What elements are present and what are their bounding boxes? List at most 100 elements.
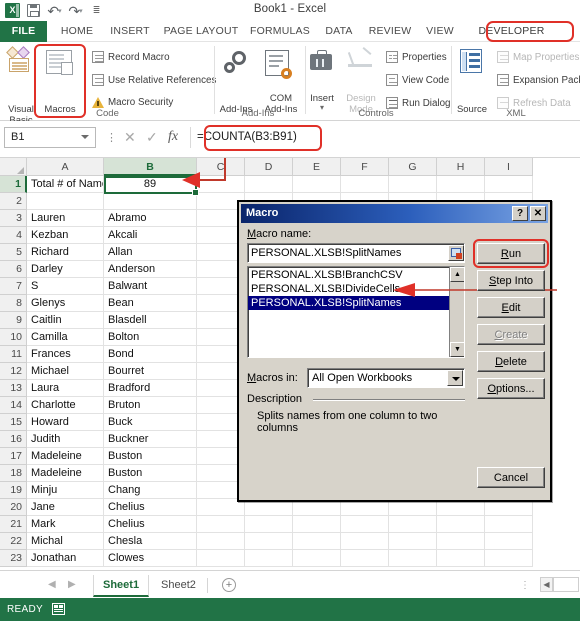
cell-B4[interactable]: Akcali	[104, 227, 197, 244]
cell-B16[interactable]: Buckner	[104, 431, 197, 448]
macro-list-item[interactable]: PERSONAL.XLSB!SplitNames	[248, 296, 464, 310]
cell-E23[interactable]	[293, 550, 341, 567]
cell-B13[interactable]: Bradford	[104, 380, 197, 397]
row-header-10[interactable]: 10	[0, 329, 27, 346]
row-header-21[interactable]: 21	[0, 516, 27, 533]
cell-A19[interactable]: Minju	[27, 482, 104, 499]
row-header-3[interactable]: 3	[0, 210, 27, 227]
cell-A11[interactable]: Frances	[27, 346, 104, 363]
cell-A5[interactable]: Richard	[27, 244, 104, 261]
cancel-button[interactable]: Cancel	[477, 467, 545, 488]
macro-list-item[interactable]: PERSONAL.XLSB!BranchCSV	[248, 268, 464, 282]
scroll-down-icon[interactable]: ▼	[450, 342, 464, 357]
row-header-5[interactable]: 5	[0, 244, 27, 261]
tab-home[interactable]: HOME	[53, 21, 101, 42]
cell-A14[interactable]: Charlotte	[27, 397, 104, 414]
prev-sheet-icon[interactable]: ◀	[48, 579, 56, 590]
macro-security-item[interactable]: Macro Security	[92, 97, 173, 108]
cell-D23[interactable]	[245, 550, 293, 567]
cell-H22[interactable]	[437, 533, 485, 550]
insert-function-icon[interactable]: fx	[168, 129, 178, 145]
design-mode-icon[interactable]	[347, 47, 374, 72]
cell-I22[interactable]	[485, 533, 533, 550]
cell-A18[interactable]: Madeleine	[27, 465, 104, 482]
xml-source-icon[interactable]	[460, 49, 482, 73]
row-header-13[interactable]: 13	[0, 380, 27, 397]
cell-B23[interactable]: Clowes	[104, 550, 197, 567]
cell-A23[interactable]: Jonathan	[27, 550, 104, 567]
record-macro-status-icon[interactable]	[52, 603, 65, 615]
cell-A21[interactable]: Mark	[27, 516, 104, 533]
tab-file[interactable]: FILE	[0, 21, 47, 42]
macro-name-input[interactable]: PERSONAL.XLSB!SplitNames	[247, 243, 465, 263]
cell-D1[interactable]	[245, 176, 293, 193]
cell-G22[interactable]	[389, 533, 437, 550]
cell-E1[interactable]	[293, 176, 341, 193]
cell-A15[interactable]: Howard	[27, 414, 104, 431]
cell-A13[interactable]: Laura	[27, 380, 104, 397]
select-all-corner[interactable]	[0, 158, 27, 176]
row-header-15[interactable]: 15	[0, 414, 27, 431]
column-header-c[interactable]: C	[197, 158, 245, 176]
row-header-23[interactable]: 23	[0, 550, 27, 567]
tab-view[interactable]: VIEW	[420, 21, 460, 42]
cell-F1[interactable]	[341, 176, 389, 193]
cell-A8[interactable]: Glenys	[27, 295, 104, 312]
macros-in-select[interactable]: All Open Workbooks	[307, 368, 465, 388]
cell-A16[interactable]: Judith	[27, 431, 104, 448]
cell-B7[interactable]: Balwant	[104, 278, 197, 295]
cell-B3[interactable]: Abramo	[104, 210, 197, 227]
column-header-e[interactable]: E	[293, 158, 341, 176]
dialog-help-icon[interactable]: ?	[512, 206, 528, 221]
sheet-tab-sheet1[interactable]: Sheet1	[93, 575, 150, 597]
cell-E22[interactable]	[293, 533, 341, 550]
macro-list-scrollbar[interactable]: ▲ ▼	[449, 267, 464, 357]
sheet-tab-sheet2[interactable]: Sheet2	[152, 575, 205, 597]
cell-D21[interactable]	[245, 516, 293, 533]
hscroll-left-icon[interactable]: ◀	[540, 577, 553, 592]
tab-developer[interactable]: DEVELOPER	[465, 21, 558, 42]
column-header-g[interactable]: G	[389, 158, 437, 176]
next-sheet-icon[interactable]: ▶	[68, 579, 76, 590]
visual-basic-icon[interactable]	[6, 46, 34, 72]
column-header-f[interactable]: F	[341, 158, 389, 176]
cell-A20[interactable]: Jane	[27, 499, 104, 516]
cell-A9[interactable]: Caitlin	[27, 312, 104, 329]
row-header-20[interactable]: 20	[0, 499, 27, 516]
cell-G21[interactable]	[389, 516, 437, 533]
row-header-2[interactable]: 2	[0, 193, 27, 210]
cell-A7[interactable]: S	[27, 278, 104, 295]
cell-A17[interactable]: Madeleine	[27, 448, 104, 465]
insert-control-icon[interactable]	[308, 50, 334, 72]
column-header-b[interactable]: B	[104, 158, 197, 176]
cell-H23[interactable]	[437, 550, 485, 567]
row-header-7[interactable]: 7	[0, 278, 27, 295]
name-box[interactable]: B1	[4, 127, 96, 148]
cell-B5[interactable]: Allan	[104, 244, 197, 261]
dialog-close-icon[interactable]: ✕	[530, 206, 546, 221]
cell-B19[interactable]: Chang	[104, 482, 197, 499]
row-header-9[interactable]: 9	[0, 312, 27, 329]
cell-B17[interactable]: Buston	[104, 448, 197, 465]
cell-B18[interactable]: Buston	[104, 465, 197, 482]
cell-B8[interactable]: Bean	[104, 295, 197, 312]
cell-D22[interactable]	[245, 533, 293, 550]
cell-A12[interactable]: Michael	[27, 363, 104, 380]
row-header-12[interactable]: 12	[0, 363, 27, 380]
tab-insert[interactable]: INSERT	[104, 21, 156, 42]
cell-B2[interactable]	[104, 193, 197, 210]
column-header-i[interactable]: I	[485, 158, 533, 176]
add-ins-icon[interactable]	[222, 51, 250, 77]
row-header-4[interactable]: 4	[0, 227, 27, 244]
macro-list[interactable]: PERSONAL.XLSB!BranchCSV PERSONAL.XLSB!Div…	[247, 266, 465, 358]
cell-B6[interactable]: Anderson	[104, 261, 197, 278]
row-header-22[interactable]: 22	[0, 533, 27, 550]
tab-formulas[interactable]: FORMULAS	[246, 21, 314, 42]
cell-C23[interactable]	[197, 550, 245, 567]
row-header-17[interactable]: 17	[0, 448, 27, 465]
macro-name-picker-icon[interactable]	[448, 245, 464, 261]
com-add-ins-icon[interactable]	[265, 50, 292, 79]
cell-A1[interactable]: Total # of Names	[27, 176, 104, 193]
edit-button[interactable]: Edit	[477, 297, 545, 318]
view-code-item[interactable]: View Code	[386, 74, 449, 86]
